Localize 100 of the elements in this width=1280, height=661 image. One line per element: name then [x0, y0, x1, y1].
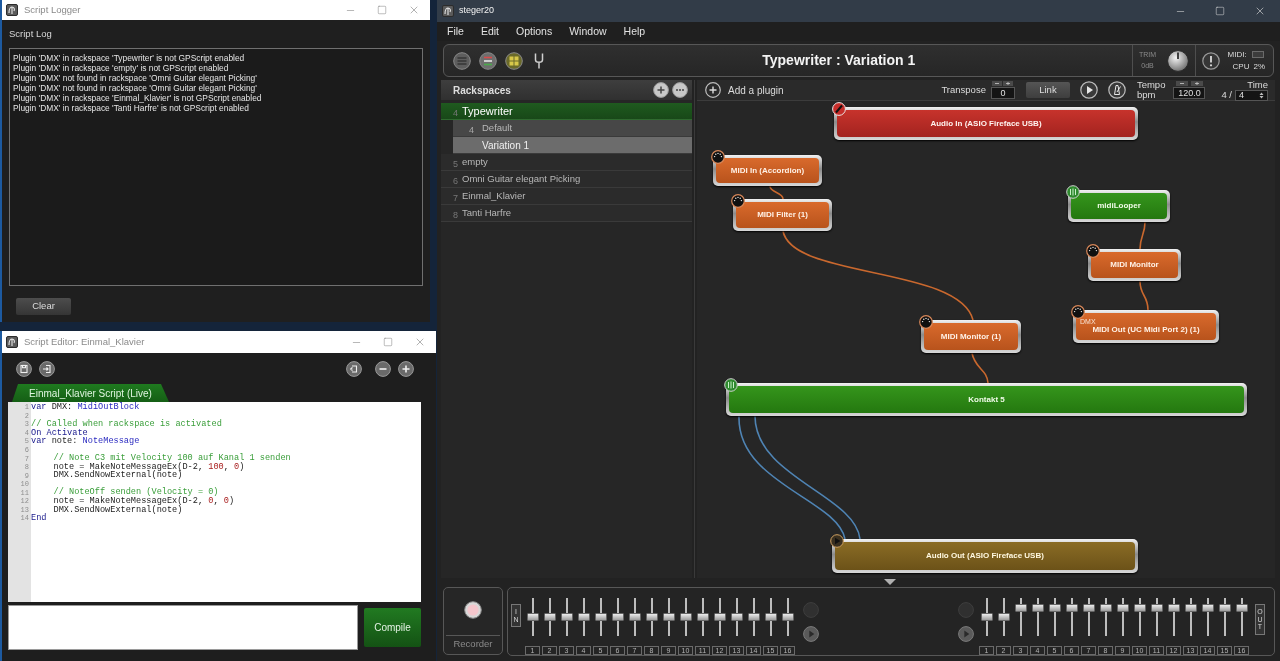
- fader-thumb[interactable]: [1031, 604, 1044, 612]
- fader-thumb[interactable]: [1065, 604, 1078, 612]
- log-line: Plugin 'DMX' in rackspace 'Typewriter' is not GPScript enabled: [13, 53, 245, 63]
- zoom-in-icon[interactable]: [398, 360, 414, 377]
- fader-thumb[interactable]: [1014, 604, 1027, 612]
- editor-tab[interactable]: Einmal_Klavier Script (Live): [12, 384, 169, 402]
- plugin-block[interactable]: Kontakt 5: [726, 383, 1247, 416]
- fader-thumb[interactable]: [980, 613, 993, 621]
- fader-thumb[interactable]: [1235, 604, 1248, 612]
- fader-thumb[interactable]: [1201, 604, 1214, 612]
- minus-icon[interactable]: [992, 81, 1003, 86]
- compile-button[interactable]: Compile: [364, 608, 421, 647]
- close-icon[interactable]: [1254, 5, 1266, 17]
- code-line: note = MakeNoteMessageEx(D-2, 0, 0): [53, 497, 235, 506]
- fader-thumb[interactable]: [679, 613, 692, 621]
- minus-icon[interactable]: [1175, 81, 1188, 86]
- log-line: Plugin 'DMX' in rackspace 'Einmal_Klavier' is not GPScript enabled: [13, 93, 262, 103]
- item-number: 5: [453, 159, 458, 169]
- fader-thumb[interactable]: [594, 613, 607, 621]
- metronome-icon[interactable]: [1107, 81, 1126, 99]
- fader-thumb[interactable]: [526, 613, 539, 621]
- midi-block[interactable]: MIDI Monitor (1): [921, 320, 1021, 353]
- rackspace-item[interactable]: 4 Typewriter: [441, 103, 692, 120]
- fader-thumb[interactable]: [560, 613, 573, 621]
- rackspace-item[interactable]: 5 empty: [441, 154, 692, 171]
- time-label: Time: [1247, 79, 1268, 90]
- add-plugin-button[interactable]: Add a plugin: [705, 82, 784, 98]
- fader-thumb[interactable]: [696, 613, 709, 621]
- rackspace-item[interactable]: 6 Omni Guitar elegant Picking: [441, 171, 692, 188]
- log-line: Plugin 'DMX' in rackspace 'empty' is not GPScript enabled: [13, 63, 229, 73]
- tempo-field[interactable]: 120.0: [1173, 87, 1206, 99]
- panel-heading: Script Log: [9, 28, 52, 40]
- plus-circle-icon: [705, 82, 721, 98]
- fader-thumb[interactable]: [781, 613, 794, 621]
- log-line: Plugin 'DMX' in rackspace 'Tanti Harfre' is not GPScript enabled: [13, 103, 249, 113]
- plus-circle-icon[interactable]: [653, 82, 669, 98]
- play-icon[interactable]: [1079, 81, 1098, 99]
- transpose-field[interactable]: 0: [990, 87, 1015, 99]
- fader-thumb[interactable]: [713, 613, 726, 621]
- record-icon[interactable]: [464, 601, 482, 619]
- code-editor[interactable]: [8, 402, 421, 602]
- alert-icon[interactable]: [1201, 51, 1220, 70]
- fader-thumb[interactable]: [1133, 604, 1146, 612]
- link-button[interactable]: Link: [1025, 82, 1070, 98]
- code-line: // Called when rackspace is activated: [31, 420, 222, 429]
- fader-thumb[interactable]: [543, 613, 556, 621]
- item-number: 6: [453, 176, 458, 186]
- rack-icon[interactable]: [453, 51, 471, 70]
- log-line: Plugin 'DMX' not found in rackspace 'Omni Guitar elegant Picking': [13, 73, 257, 83]
- fader-thumb[interactable]: [662, 613, 675, 621]
- clear-button[interactable]: Clear: [16, 298, 71, 315]
- plus-icon[interactable]: [1190, 81, 1203, 86]
- fader-thumb[interactable]: [1150, 604, 1163, 612]
- audio-input-block[interactable]: Audio In (ASIO Fireface USB): [834, 107, 1138, 140]
- fader-thumb[interactable]: [1218, 604, 1231, 612]
- code-line: var DMX: MidiOutBlock: [31, 403, 140, 412]
- time-denominator-select[interactable]: 4: [1235, 89, 1268, 101]
- audio-output-block[interactable]: Audio Out (ASIO Fireface USB): [832, 539, 1138, 573]
- return-icon[interactable]: [346, 360, 362, 377]
- fader-thumb[interactable]: [1184, 604, 1197, 612]
- midi-cable: [971, 352, 989, 384]
- midi-block[interactable]: MIDI In (Accordion): [713, 155, 822, 186]
- cpu-label: CPU: [1232, 61, 1250, 72]
- menu-item[interactable]: File: [447, 23, 464, 40]
- plugin-block[interactable]: midiLooper: [1068, 190, 1170, 222]
- menu-item[interactable]: Window: [569, 23, 607, 40]
- knob-icon[interactable]: [1166, 49, 1189, 72]
- rackspace-item[interactable]: 4 Default: [453, 120, 692, 137]
- zoom-out-icon[interactable]: [375, 360, 391, 377]
- tuning-fork-icon[interactable]: [532, 51, 546, 70]
- more-icon[interactable]: [672, 82, 688, 98]
- menu-item[interactable]: Edit: [480, 23, 499, 40]
- fader-thumb[interactable]: [628, 613, 641, 621]
- rackspace-item[interactable]: 7 Einmal_Klavier: [441, 188, 692, 205]
- fader-thumb[interactable]: [1167, 604, 1180, 612]
- fader-thumb[interactable]: [1082, 604, 1095, 612]
- fader-thumb[interactable]: [611, 613, 624, 621]
- fader-thumb[interactable]: [577, 613, 590, 621]
- fader-thumb[interactable]: [764, 613, 777, 621]
- fader-thumb[interactable]: [645, 613, 658, 621]
- plus-icon[interactable]: [1003, 81, 1014, 86]
- midi-block[interactable]: MIDI Filter (1): [733, 199, 832, 231]
- fader-thumb[interactable]: [1099, 604, 1112, 612]
- fader-thumb[interactable]: [730, 613, 743, 621]
- save-icon[interactable]: [16, 360, 32, 377]
- fader-thumb[interactable]: [747, 613, 760, 621]
- enter-icon[interactable]: [39, 360, 55, 377]
- menu-item[interactable]: Help: [623, 23, 646, 40]
- fader-thumb[interactable]: [997, 613, 1010, 621]
- rackspace-item[interactable]: 8 Tanti Harfre: [441, 205, 692, 222]
- midi-connector-icon: [1086, 244, 1100, 258]
- list-icon[interactable]: [479, 51, 497, 70]
- midi-block[interactable]: MIDI Monitor: [1088, 249, 1181, 281]
- menu-item[interactable]: Options: [516, 23, 553, 40]
- fader-thumb[interactable]: [1116, 604, 1129, 612]
- fader-thumb[interactable]: [1048, 604, 1061, 612]
- rackspace-item[interactable]: Variation 1: [453, 137, 692, 154]
- grid-icon[interactable]: [505, 51, 523, 70]
- output-field[interactable]: [8, 605, 358, 650]
- app-icon: [442, 5, 454, 17]
